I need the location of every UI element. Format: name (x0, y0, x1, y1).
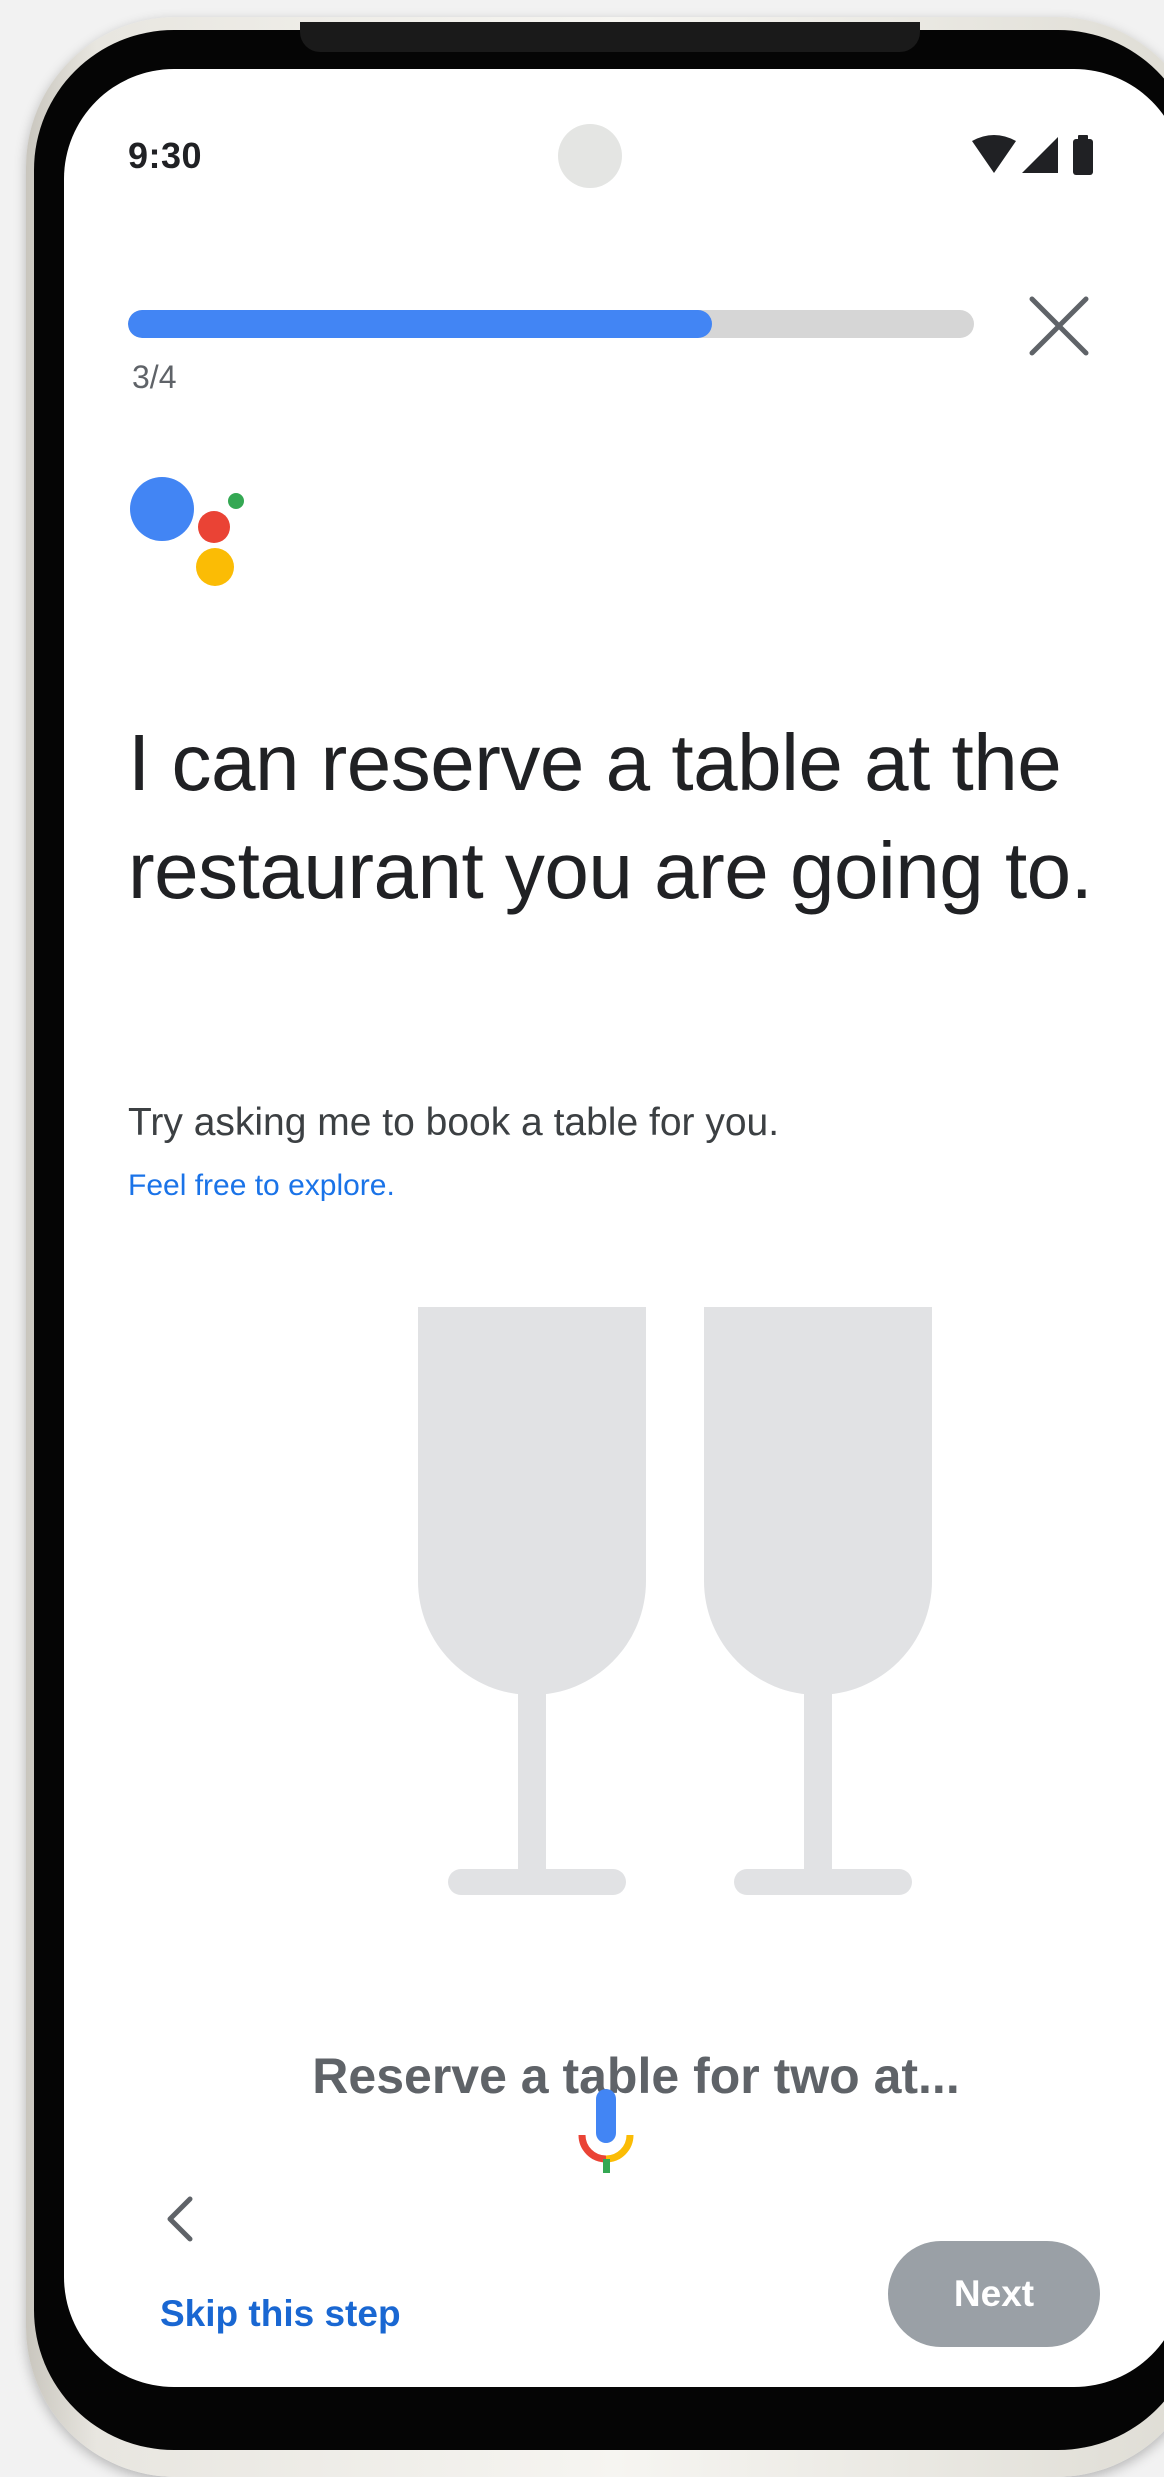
chevron-left-icon[interactable] (152, 2189, 212, 2249)
wine-glasses-illustration (418, 1307, 932, 1895)
close-icon[interactable] (1024, 291, 1094, 361)
progress-fill (128, 310, 712, 338)
progress-bar (128, 310, 974, 338)
front-camera (558, 124, 622, 188)
status-time: 9:30 (128, 135, 203, 176)
wifi-icon (972, 135, 1016, 173)
battery-icon (1073, 135, 1093, 175)
microphone-icon[interactable] (576, 2089, 636, 2185)
skip-step-button[interactable]: Skip this step (160, 2293, 401, 2335)
headline: I can reserve a table at the restaurant … (128, 718, 1093, 915)
status-icons (972, 135, 1093, 175)
wine-glass-left (418, 1307, 646, 1895)
progress-label: 3/4 (132, 359, 177, 395)
next-button[interactable]: Next (888, 2241, 1100, 2347)
phone-speaker-grille (300, 22, 920, 52)
explore-link[interactable]: Feel free to explore. (128, 1169, 395, 1203)
subtitle: Try asking me to book a table for you. (128, 1101, 780, 1144)
google-assistant-logo (130, 477, 244, 586)
screen: 9:30 3/4 I can reserve a table at the re… (64, 69, 1164, 2387)
wine-glass-right (704, 1307, 932, 1895)
cellular-signal-icon (1022, 137, 1058, 173)
